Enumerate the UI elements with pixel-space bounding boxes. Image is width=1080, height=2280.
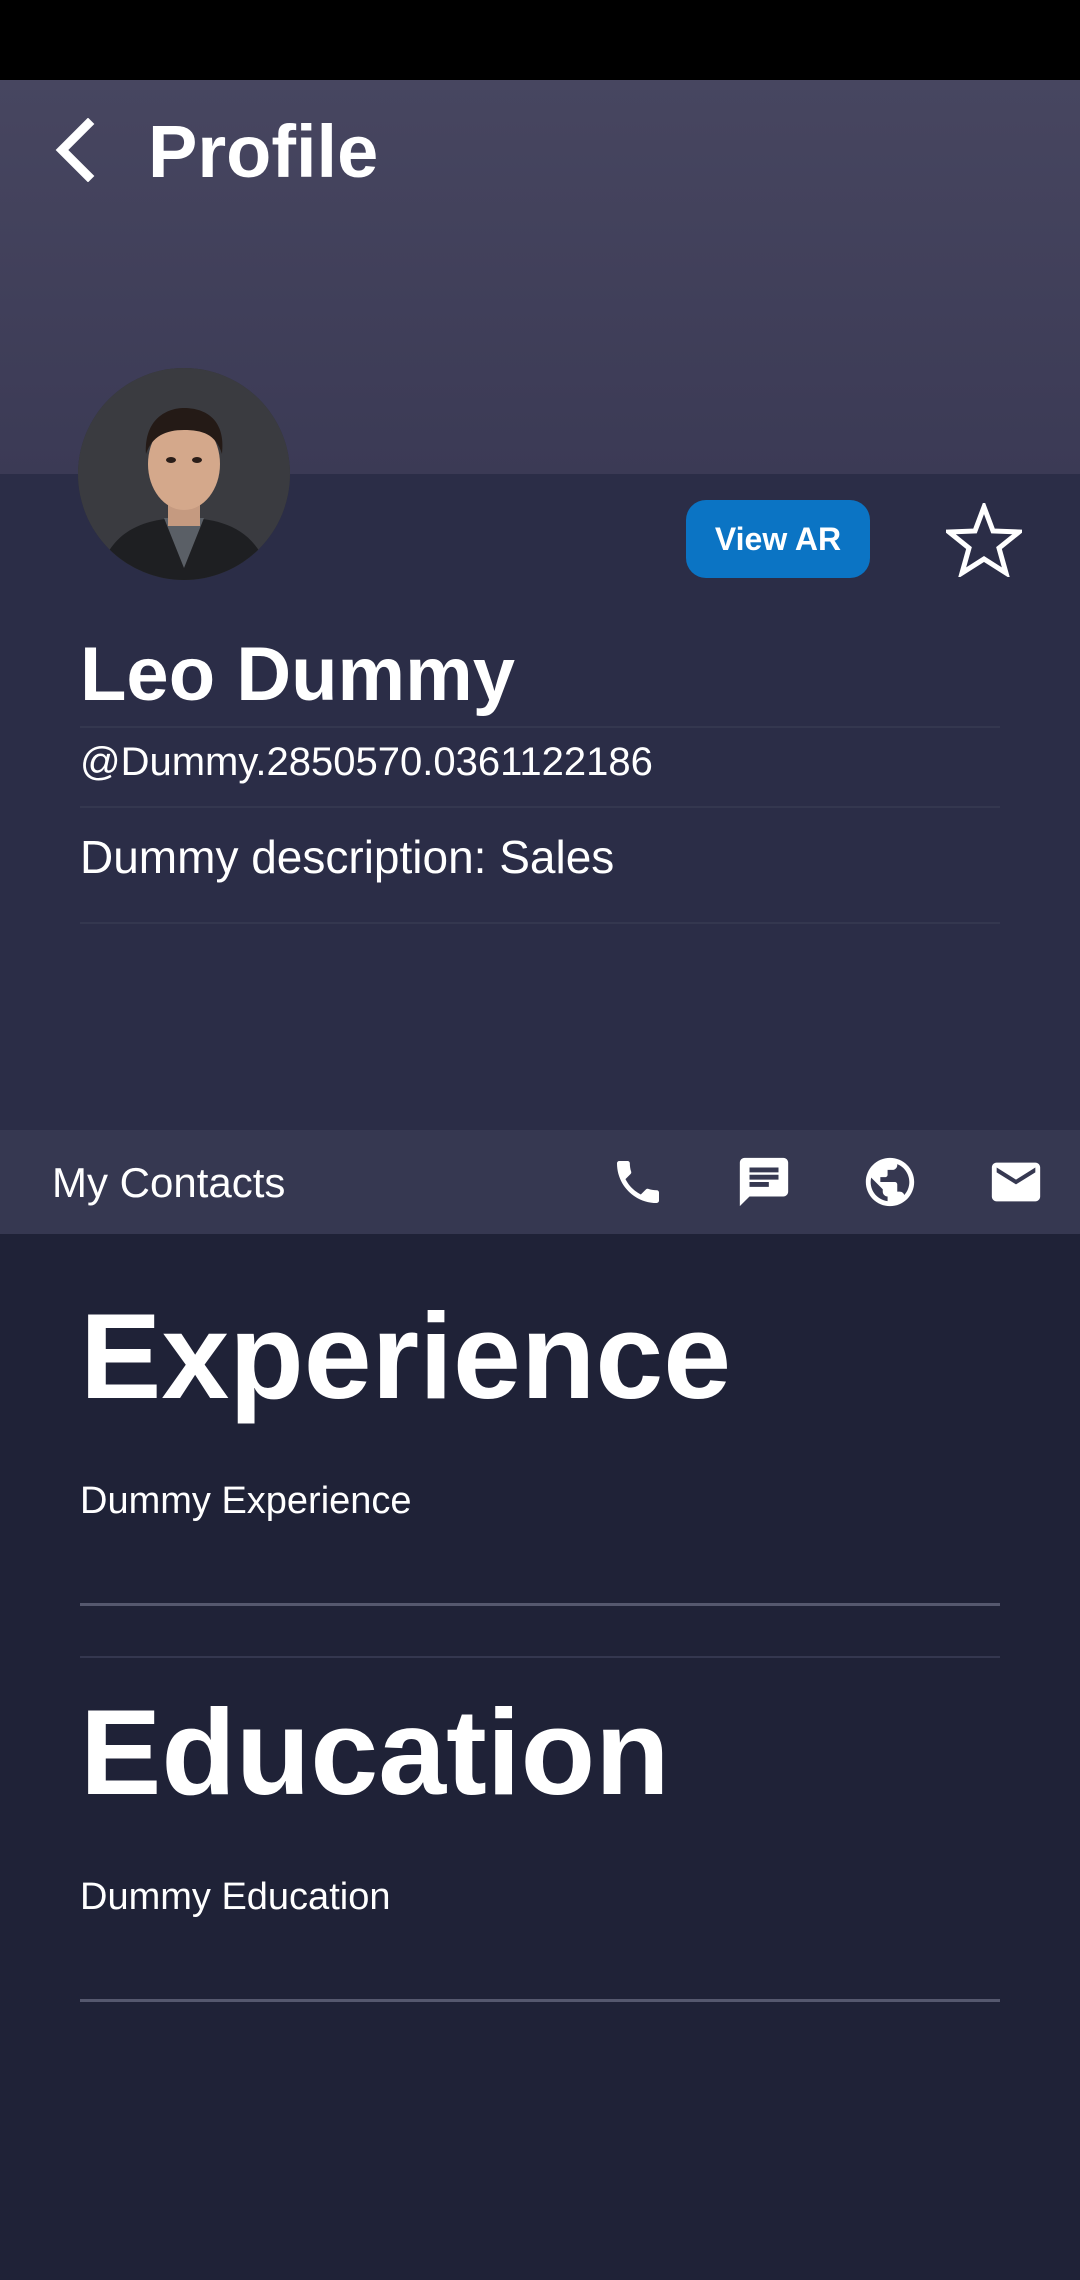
favorite-button[interactable] bbox=[942, 498, 1026, 582]
phone-button[interactable] bbox=[608, 1152, 668, 1212]
contacts-label: My Contacts bbox=[52, 1159, 286, 1206]
email-icon bbox=[991, 1162, 1041, 1202]
profile-description: Dummy description: Sales bbox=[80, 831, 615, 883]
website-button[interactable] bbox=[860, 1152, 920, 1212]
status-bar bbox=[0, 0, 1080, 80]
profile-name: Leo Dummy bbox=[80, 632, 515, 717]
globe-icon bbox=[865, 1157, 915, 1207]
back-arrow-icon bbox=[55, 118, 95, 182]
view-ar-button[interactable]: View AR bbox=[686, 500, 870, 578]
message-button[interactable] bbox=[734, 1152, 794, 1212]
star-icon bbox=[946, 503, 1022, 577]
message-icon bbox=[739, 1157, 789, 1207]
experience-title: Experience bbox=[80, 1288, 732, 1424]
description-divider bbox=[80, 922, 1000, 924]
education-divider bbox=[80, 1999, 1000, 2002]
avatar bbox=[78, 368, 290, 580]
username-divider bbox=[80, 806, 1000, 808]
education-title: Education bbox=[80, 1684, 670, 1820]
experience-text: Dummy Experience bbox=[80, 1480, 412, 1522]
back-button[interactable] bbox=[38, 112, 114, 188]
contacts-bar: My Contacts bbox=[0, 1130, 1080, 1234]
section-separator bbox=[80, 1656, 1000, 1658]
phone-icon bbox=[617, 1161, 659, 1203]
education-text: Dummy Education bbox=[80, 1876, 391, 1918]
page-title: Profile bbox=[148, 110, 379, 193]
experience-divider bbox=[80, 1603, 1000, 1606]
name-divider bbox=[80, 726, 1000, 728]
profile-username: @Dummy.2850570.0361122186 bbox=[80, 740, 653, 784]
email-button[interactable] bbox=[986, 1152, 1046, 1212]
